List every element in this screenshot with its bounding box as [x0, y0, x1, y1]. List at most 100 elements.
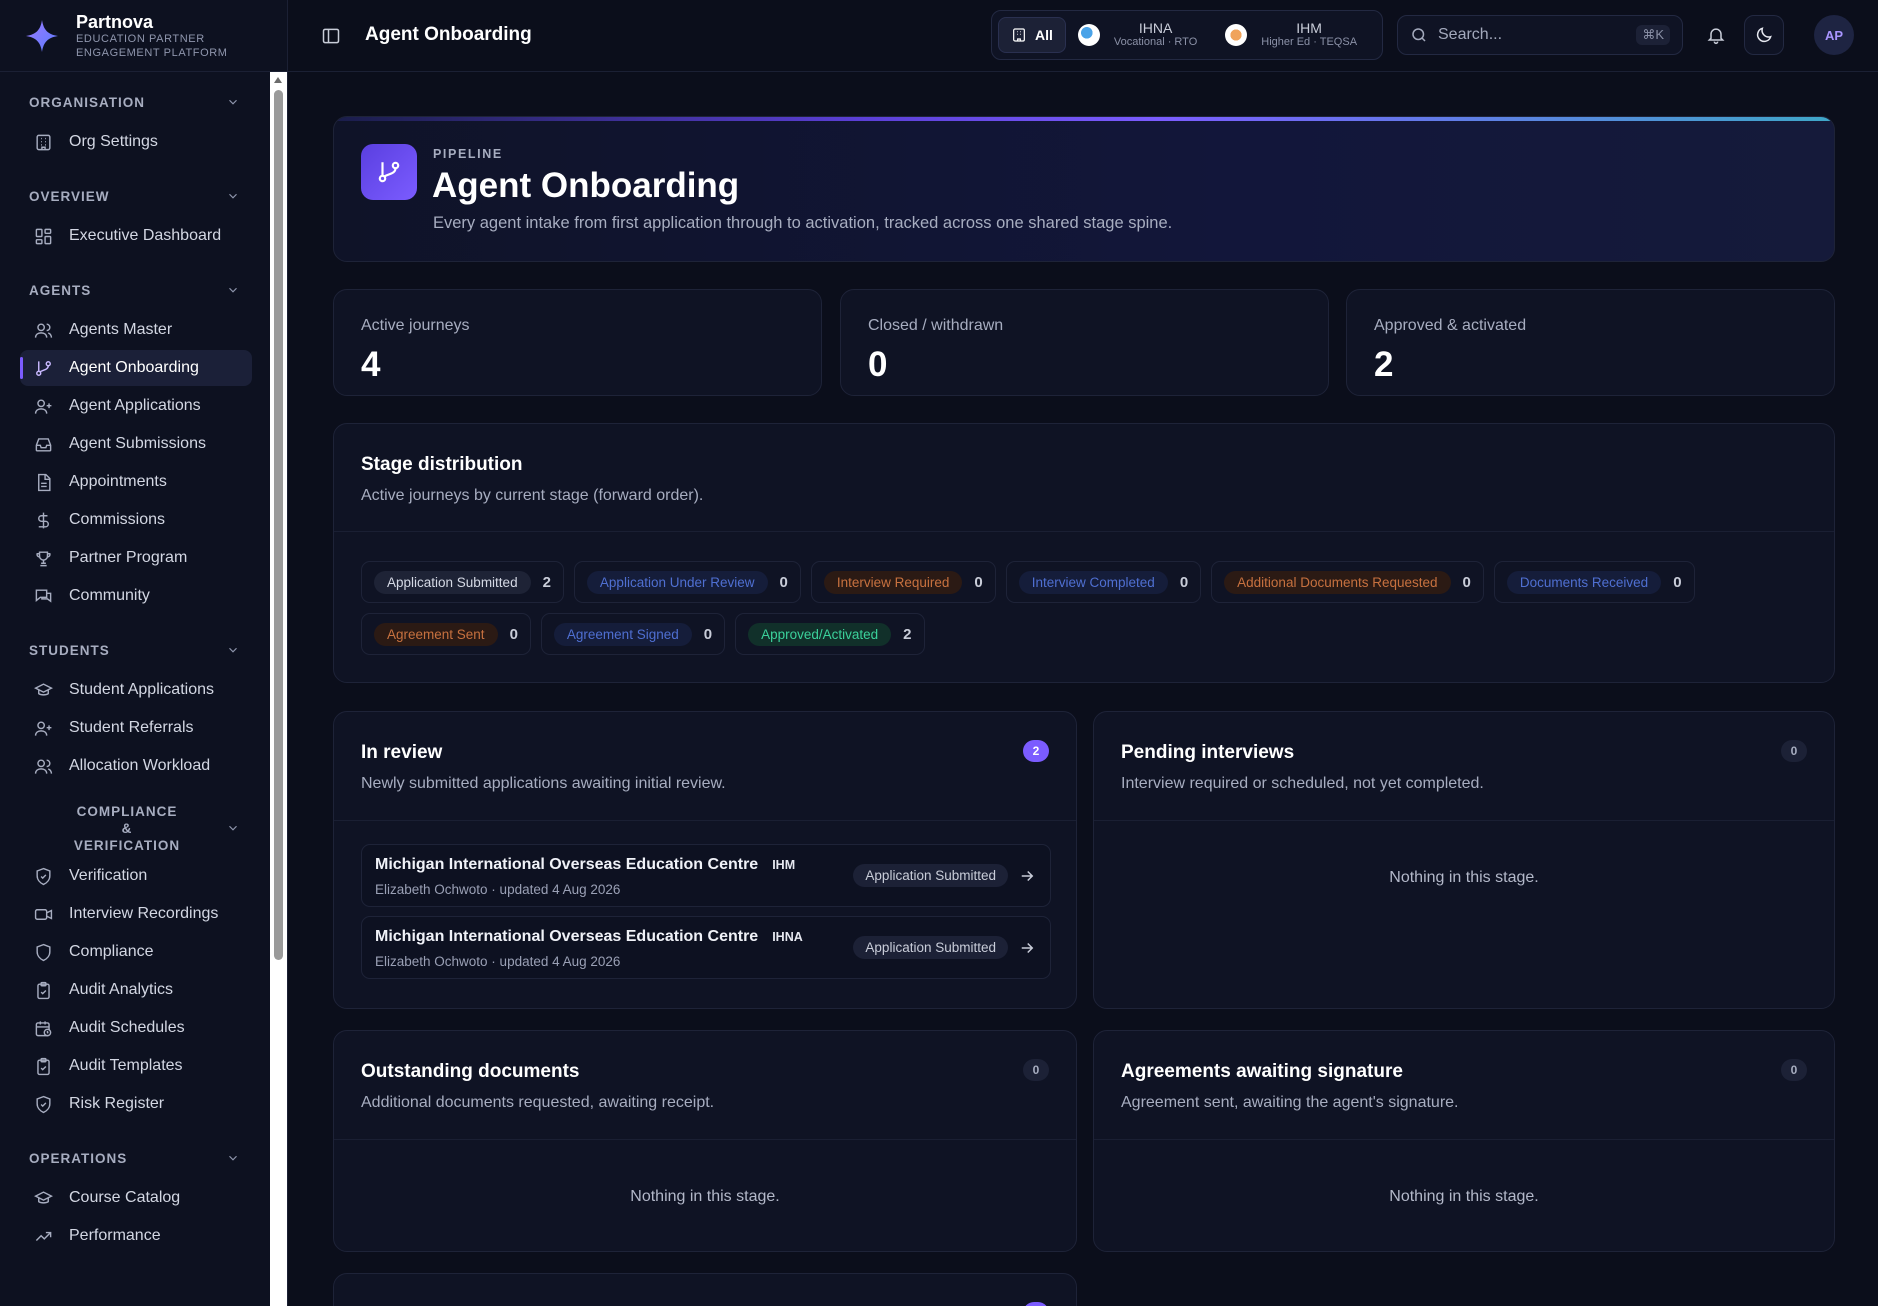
count-badge: 0: [1023, 1059, 1049, 1081]
sidebar-item-label: Audit Schedules: [69, 1019, 185, 1036]
sidebar-item-executive-dashboard[interactable]: Executive Dashboard: [20, 218, 252, 254]
stage-chip[interactable]: Interview Completed 0: [1005, 561, 1202, 603]
hero-card: PIPELINE Agent Onboarding Every agent in…: [333, 116, 1835, 262]
arrow-right-icon[interactable]: [1018, 939, 1036, 957]
sidebar-item-partner-program[interactable]: Partner Program: [20, 540, 252, 576]
sidebar-item-audit-analytics[interactable]: Audit Analytics: [20, 972, 252, 1008]
pending-interviews-panel: Pending interviews Interview required or…: [1093, 711, 1835, 1009]
divider: [334, 531, 1834, 532]
sidebar-item-agent-applications[interactable]: Agent Applications: [20, 388, 252, 424]
tenant-sub: Vocational · RTO: [1113, 36, 1198, 48]
sidebar: Partnova Education Partner Engagement Pl…: [0, 0, 288, 1306]
stage-count: 0: [509, 625, 518, 643]
status-badge: Application Submitted: [853, 936, 1008, 959]
sidebar-item-agent-submissions[interactable]: Agent Submissions: [20, 426, 252, 462]
divider: [334, 1139, 1076, 1140]
arrow-right-icon[interactable]: [1018, 867, 1036, 885]
status-badge: Application Submitted: [853, 864, 1008, 887]
empty-state: Nothing in this stage.: [1389, 1188, 1539, 1205]
avatar[interactable]: AP: [1814, 15, 1854, 55]
hero-subtitle: Every agent intake from first applicatio…: [433, 214, 1173, 232]
stage-chip[interactable]: Agreement Sent 0: [361, 613, 531, 655]
panel-title: Outstanding documents: [361, 1061, 580, 1082]
clipboard-check-icon: [37, 981, 50, 999]
stage-chip[interactable]: Agreement Signed 0: [540, 613, 726, 655]
sidebar-item-label: Commissions: [69, 511, 166, 528]
count-badge: 0: [1781, 1059, 1807, 1081]
sidebar-item-agent-onboarding[interactable]: Agent Onboarding: [20, 350, 252, 386]
section-agents[interactable]: AGENTS: [0, 270, 270, 310]
scroll-up-arrow-icon[interactable]: [274, 77, 282, 83]
list-item[interactable]: Michigan International Overseas Educatio…: [361, 916, 1051, 979]
sidebar-item-interview-recordings[interactable]: Interview Recordings: [20, 896, 252, 932]
sidebar-item-label: Org Settings: [69, 133, 158, 150]
in-review-panel: In review Newly submitted applications a…: [333, 711, 1077, 1009]
sidebar-item-community[interactable]: Community: [20, 578, 252, 614]
section-organisation[interactable]: ORGANISATION: [0, 82, 270, 122]
sidebar-item-risk-register[interactable]: Risk Register: [20, 1086, 252, 1122]
brand-tagline: Education Partner Engagement Platform: [76, 32, 228, 59]
sidebar-item-student-referrals[interactable]: Student Referrals: [20, 710, 252, 746]
section-title: STUDENTS: [29, 642, 110, 658]
ihm-logo-icon: [1225, 24, 1248, 46]
section-compliance[interactable]: COMPLIANCE & VERIFICATION: [0, 800, 270, 856]
trophy-icon: [36, 550, 51, 566]
sidebar-toggle-icon[interactable]: [321, 26, 341, 46]
inbox-icon: [35, 437, 52, 452]
stage-chip[interactable]: Documents Received 0: [1493, 561, 1695, 603]
stage-chip[interactable]: Application Under Review 0: [573, 561, 801, 603]
chevron-down-icon: [229, 193, 237, 199]
sidebar-item-commissions[interactable]: Commissions: [20, 502, 252, 538]
stat-label: Approved & activated: [1374, 317, 1527, 334]
tenant-all-label: All: [1035, 27, 1053, 43]
stage-chip[interactable]: Interview Required 0: [810, 561, 996, 603]
stage-pill: Agreement Signed: [553, 622, 692, 646]
sidebar-item-course-catalog[interactable]: Course Catalog: [20, 1180, 252, 1216]
stat-value: 2: [1374, 345, 1394, 384]
search-input[interactable]: [1438, 26, 1628, 44]
search-box[interactable]: ⌘K: [1397, 15, 1683, 55]
notifications-button[interactable]: [1696, 15, 1736, 55]
sidebar-item-audit-templates[interactable]: Audit Templates: [20, 1048, 252, 1084]
section-subtitle: Active journeys by current stage (forwar…: [361, 487, 704, 504]
theme-toggle-button[interactable]: [1744, 15, 1784, 55]
sidebar-item-label: Executive Dashboard: [69, 227, 222, 244]
count-badge: [1023, 1302, 1049, 1306]
section-overview[interactable]: OVERVIEW: [0, 176, 270, 216]
sidebar-scrollbar[interactable]: [270, 72, 287, 1306]
org-name: Michigan International Overseas Educatio…: [375, 928, 759, 945]
tenant-ihna-button[interactable]: IHNA Vocational · RTO: [1077, 21, 1198, 49]
sidebar-item-compliance[interactable]: Compliance: [20, 934, 252, 970]
sidebar-item-verification[interactable]: Verification: [20, 858, 252, 894]
row-meta: Elizabeth Ochwoto · updated 4 Aug 2026: [375, 954, 621, 969]
stage-chip[interactable]: Additional Documents Requested 0: [1211, 561, 1484, 603]
section-students[interactable]: STUDENTS: [0, 630, 270, 670]
list-item[interactable]: Michigan International Overseas Educatio…: [361, 844, 1051, 907]
sidebar-item-label: Allocation Workload: [69, 757, 211, 774]
sidebar-item-performance[interactable]: Performance: [20, 1218, 252, 1254]
stage-chip[interactable]: Approved/Activated 2: [735, 613, 925, 655]
scrollbar-thumb[interactable]: [274, 90, 283, 960]
sidebar-item-agents-master[interactable]: Agents Master: [20, 312, 252, 348]
chevron-down-icon: [229, 99, 237, 105]
building-icon: [1013, 28, 1025, 42]
sidebar-item-appointments[interactable]: Appointments: [20, 464, 252, 500]
brand[interactable]: Partnova Education Partner Engagement Pl…: [0, 0, 287, 72]
graduation-cap-icon: [34, 1190, 53, 1204]
sidebar-item-allocation-workload[interactable]: Allocation Workload: [20, 748, 252, 784]
sidebar-item-audit-schedules[interactable]: Audit Schedules: [20, 1010, 252, 1046]
tenant-all-button[interactable]: All: [998, 17, 1066, 53]
stage-pill: Documents Received: [1506, 570, 1662, 594]
stage-chip[interactable]: Application Submitted 2: [361, 561, 564, 603]
tenant-ihm-button[interactable]: IHM Higher Ed · TEQSA: [1225, 21, 1357, 49]
sidebar-item-org-settings[interactable]: Org Settings: [20, 124, 252, 160]
sidebar-item-student-applications[interactable]: Student Applications: [20, 672, 252, 708]
sparkle-logo-icon: [26, 19, 58, 52]
panel-subtitle: Agreement sent, awaiting the agent's sig…: [1121, 1094, 1459, 1111]
stage-pill: Application Submitted: [374, 570, 531, 594]
video-icon: [34, 908, 53, 920]
moon-icon: [1756, 27, 1772, 43]
sidebar-item-label: Compliance: [69, 943, 154, 960]
sidebar-item-label: Agent Onboarding: [69, 359, 199, 376]
section-operations[interactable]: OPERATIONS: [0, 1138, 270, 1178]
